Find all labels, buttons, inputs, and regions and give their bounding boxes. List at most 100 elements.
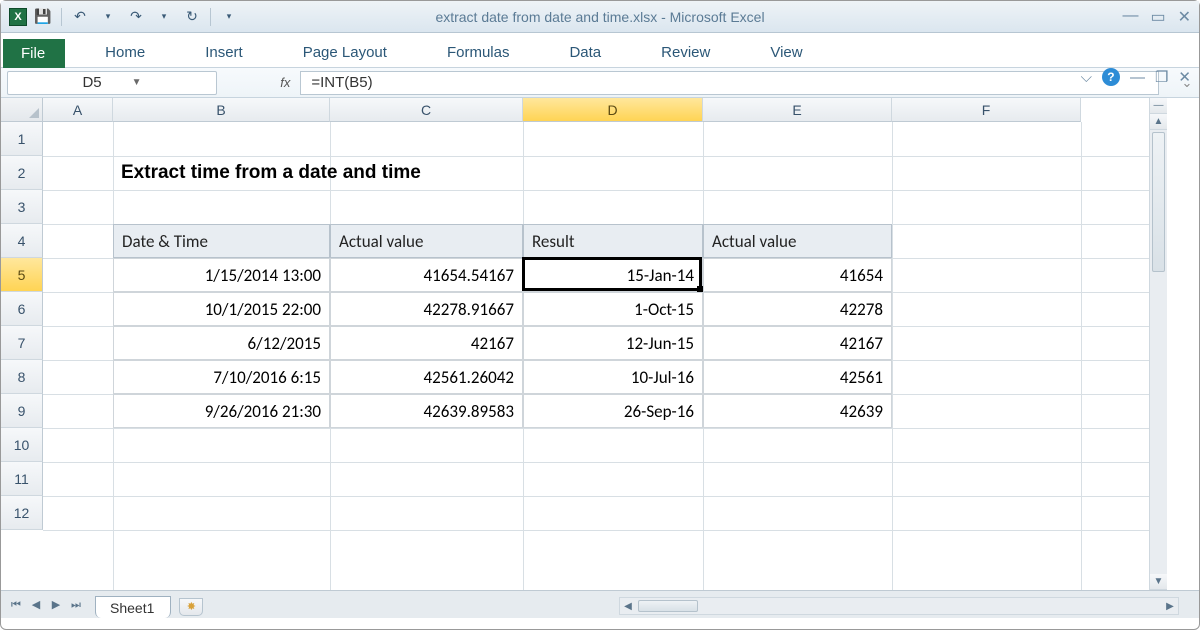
row-headers: 123456789101112 <box>1 122 43 530</box>
tab-nav-next-icon[interactable]: ▶ <box>47 596 65 614</box>
row-header-11[interactable]: 11 <box>1 462 43 496</box>
undo-dropdown-icon[interactable]: ▾ <box>98 7 118 27</box>
cell-result-5[interactable]: 15-Jan-14 <box>523 258 703 292</box>
row-header-8[interactable]: 8 <box>1 360 43 394</box>
horizontal-scrollbar[interactable]: ◀ ▶ <box>619 597 1179 615</box>
cell-actual2-8[interactable]: 42561 <box>703 360 892 394</box>
wb-minimize-icon[interactable]: ― <box>1130 69 1145 86</box>
undo-icon[interactable]: ↶ <box>70 7 90 27</box>
qat-separator-2 <box>210 8 211 26</box>
cell-actual1-8[interactable]: 42561.26042 <box>330 360 523 394</box>
tab-page-layout[interactable]: Page Layout <box>283 38 407 67</box>
table-header-3[interactable]: Actual value <box>703 224 892 258</box>
redo-icon[interactable]: ↷ <box>126 7 146 27</box>
sheet-tab[interactable]: Sheet1 <box>95 596 171 618</box>
qat-customize-icon[interactable]: ▾ <box>219 7 239 27</box>
row-header-10[interactable]: 10 <box>1 428 43 462</box>
cell-actual2-6[interactable]: 42278 <box>703 292 892 326</box>
cell-actual2-9[interactable]: 42639 <box>703 394 892 428</box>
quick-access-toolbar: 💾 ↶ ▾ ↷ ▾ ↻ ▾ <box>33 7 239 27</box>
wb-restore-icon[interactable]: ❐ <box>1155 68 1168 86</box>
scroll-thumb-horizontal[interactable] <box>638 600 698 612</box>
scroll-left-icon[interactable]: ◀ <box>620 601 636 612</box>
col-header-d[interactable]: D <box>523 98 703 122</box>
row-header-7[interactable]: 7 <box>1 326 43 360</box>
name-box[interactable]: D5 ▼ <box>7 71 217 95</box>
refresh-icon[interactable]: ↻ <box>182 7 202 27</box>
scroll-thumb-vertical[interactable] <box>1152 132 1165 272</box>
tab-formulas[interactable]: Formulas <box>427 38 530 67</box>
tab-nav-first-icon[interactable]: ⏮ <box>7 596 25 614</box>
cell-result-8[interactable]: 10-Jul-16 <box>523 360 703 394</box>
fx-icon[interactable]: fx <box>280 75 290 90</box>
scroll-right-icon[interactable]: ▶ <box>1162 601 1178 612</box>
new-sheet-button[interactable]: ✸ <box>179 598 203 616</box>
table-header-2[interactable]: Result <box>523 224 703 258</box>
col-header-e[interactable]: E <box>703 98 892 122</box>
help-icon[interactable]: ? <box>1102 68 1120 86</box>
sheet-title-cell[interactable]: Extract time from a date and time <box>113 156 713 190</box>
cell-date-time-5[interactable]: 1/15/2014 13:00 <box>113 258 330 292</box>
row-header-1[interactable]: 1 <box>1 122 43 156</box>
tab-view[interactable]: View <box>750 38 822 67</box>
cell-date-time-8[interactable]: 7/10/2016 6:15 <box>113 360 330 394</box>
scroll-up-icon[interactable]: ▲ <box>1150 114 1167 130</box>
tab-nav-prev-icon[interactable]: ◀ <box>27 596 45 614</box>
formula-input[interactable]: =INT(B5) <box>300 71 1159 95</box>
maximize-icon[interactable]: ▭ <box>1150 7 1165 27</box>
redo-dropdown-icon[interactable]: ▾ <box>154 7 174 27</box>
window-controls: ― ▭ ✕ <box>1122 7 1191 27</box>
split-handle[interactable]: ― <box>1150 98 1167 114</box>
cell-actual1-7[interactable]: 42167 <box>330 326 523 360</box>
cell-result-9[interactable]: 26-Sep-16 <box>523 394 703 428</box>
col-header-c[interactable]: C <box>330 98 523 122</box>
row-header-2[interactable]: 2 <box>1 156 43 190</box>
scroll-down-icon[interactable]: ▼ <box>1150 574 1167 590</box>
cell-actual1-5[interactable]: 41654.54167 <box>330 258 523 292</box>
tab-review[interactable]: Review <box>641 38 730 67</box>
close-icon[interactable]: ✕ <box>1178 7 1191 27</box>
tab-data[interactable]: Data <box>549 38 621 67</box>
vertical-scrollbar[interactable]: ― ▲ ▼ <box>1149 98 1167 590</box>
minimize-icon[interactable]: ― <box>1122 7 1138 27</box>
cell-actual2-5[interactable]: 41654 <box>703 258 892 292</box>
save-icon[interactable]: 💾 <box>33 7 53 27</box>
name-box-dropdown-icon[interactable]: ▼ <box>132 72 142 94</box>
qat-separator <box>61 8 62 26</box>
cell-actual2-7[interactable]: 42167 <box>703 326 892 360</box>
row-header-4[interactable]: 4 <box>1 224 43 258</box>
row-header-12[interactable]: 12 <box>1 496 43 530</box>
table-header-0[interactable]: Date & Time <box>113 224 330 258</box>
tab-nav-last-icon[interactable]: ⏭ <box>67 596 85 614</box>
select-all-corner[interactable] <box>1 98 43 122</box>
window-title: extract date from date and time.xlsx - M… <box>435 9 764 25</box>
cell-result-7[interactable]: 12-Jun-15 <box>523 326 703 360</box>
row-header-3[interactable]: 3 <box>1 190 43 224</box>
title-bar: X 💾 ↶ ▾ ↷ ▾ ↻ ▾ extract date from date a… <box>1 1 1199 33</box>
cell-actual1-9[interactable]: 42639.89583 <box>330 394 523 428</box>
cell-date-time-9[interactable]: 9/26/2016 21:30 <box>113 394 330 428</box>
wb-close-icon[interactable]: ✕ <box>1178 68 1191 86</box>
cell-result-6[interactable]: 1-Oct-15 <box>523 292 703 326</box>
file-tab[interactable]: File <box>3 39 65 68</box>
sheet-area: 123456789101112 ABCDEF Extract time from… <box>1 98 1199 590</box>
table-header-1[interactable]: Actual value <box>330 224 523 258</box>
cell-date-time-7[interactable]: 6/12/2015 <box>113 326 330 360</box>
ribbon-minimize-icon[interactable]: ⌵ <box>1081 69 1092 86</box>
sheet-tabs-bar: ⏮ ◀ ▶ ⏭ Sheet1 ✸ ◀ ▶ <box>1 590 1199 618</box>
ribbon: File Home Insert Page Layout Formulas Da… <box>1 33 1199 68</box>
grid[interactable]: Extract time from a date and time Date & … <box>43 122 1149 590</box>
formula-bar: D5 ▼ ✕ fx =INT(B5) ⌄ <box>1 68 1199 98</box>
col-header-b[interactable]: B <box>113 98 330 122</box>
tab-insert[interactable]: Insert <box>185 38 263 67</box>
row-header-5[interactable]: 5 <box>1 258 43 292</box>
cell-actual1-6[interactable]: 42278.91667 <box>330 292 523 326</box>
excel-app-icon: X <box>9 8 27 26</box>
col-header-f[interactable]: F <box>892 98 1081 122</box>
new-sheet-icon: ✸ <box>187 600 196 613</box>
tab-home[interactable]: Home <box>85 38 165 67</box>
cell-date-time-6[interactable]: 10/1/2015 22:00 <box>113 292 330 326</box>
row-header-9[interactable]: 9 <box>1 394 43 428</box>
row-header-6[interactable]: 6 <box>1 292 43 326</box>
col-header-a[interactable]: A <box>43 98 113 122</box>
